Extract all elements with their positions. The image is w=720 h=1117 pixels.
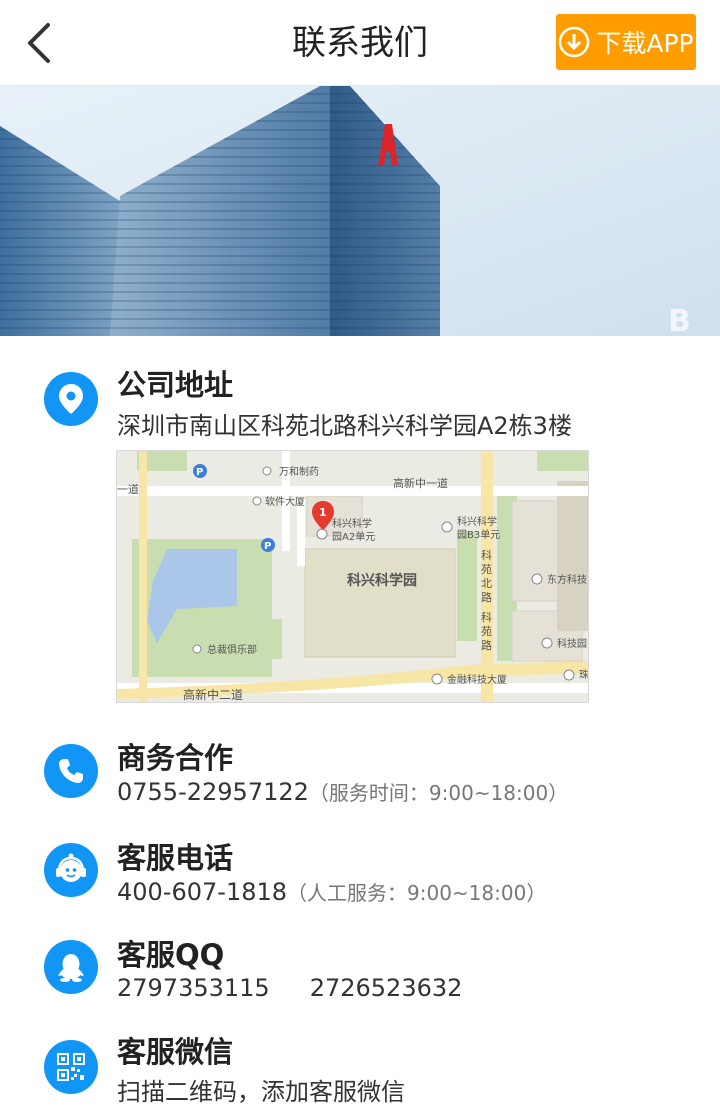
customer-service-icon — [56, 853, 86, 882]
chevron-left-icon — [28, 23, 50, 63]
map-wanhe-label: 万和制药 — [279, 465, 319, 478]
download-app-button[interactable]: 下载APP — [556, 14, 696, 70]
map-finance-label: 金融科技大厦 — [447, 673, 507, 686]
map-pin-label-1: 科兴科学 — [332, 517, 372, 530]
map-road-kykb-3: 北 — [481, 577, 492, 590]
business-hours: （服务时间：9:00~18:00） — [308, 781, 569, 805]
service-phone-icon-circle — [44, 843, 98, 897]
service-qq-1[interactable]: 2797353115 — [117, 974, 270, 1002]
map-dongfang-label: 东方科技 — [547, 573, 587, 586]
download-app-label: 下载APP — [596, 29, 694, 58]
address-title: 公司地址 — [117, 368, 234, 402]
map-road-kykb-4: 路 — [481, 591, 492, 604]
map-b3-label-1: 科兴科学 — [457, 515, 497, 528]
business-icon-circle — [44, 744, 98, 798]
service-qq-icon-circle — [44, 940, 98, 994]
map-road-ky-2: 苑 — [481, 625, 492, 638]
map-road-kykb-2: 苑 — [481, 563, 492, 576]
svg-text:B: B — [668, 304, 691, 336]
banner-image: B — [0, 86, 720, 336]
service-wechat-title: 客服微信 — [117, 1035, 234, 1069]
address-icon-circle — [44, 372, 98, 426]
map-road-top: 高新中一道 — [393, 476, 448, 490]
business-phone[interactable]: 0755-22957122 — [117, 778, 309, 806]
business-title: 商务合作 — [117, 741, 234, 775]
map-zhu-label: 珠 — [579, 668, 589, 681]
service-phone-line[interactable]: 400-607-1818（人工服务：9:00~18:00） — [117, 877, 546, 906]
service-wechat-text: 扫描二维码，添加客服微信 — [117, 1078, 405, 1106]
map-road-bottom: 高新中二道 — [183, 687, 243, 702]
map-software-label: 软件大厦 — [265, 495, 305, 508]
map-road-left: 一道 — [117, 482, 139, 496]
service-qq-section: 客服QQ 2797353115 2726523632 — [0, 928, 720, 1018]
map-parking-1: P — [196, 467, 203, 478]
business-phone-line[interactable]: 0755-22957122（服务时间：9:00~18:00） — [117, 777, 568, 806]
service-wechat-section: 客服微信 扫描二维码，添加客服微信 — [0, 1025, 720, 1117]
top-bar: 联系我们 下载APP — [0, 0, 720, 86]
location-pin-icon — [59, 384, 83, 414]
map-b3-label-2: 园B3单元 — [457, 529, 500, 541]
service-wechat-icon-circle — [44, 1040, 98, 1094]
map-road-kykb-1: 科 — [481, 548, 492, 562]
location-map[interactable]: 高新中一道 一道 高新中二道 科兴科学园 科兴科学 园A2单元 科兴科学 园B3… — [116, 450, 589, 703]
business-section: 商务合作 0755-22957122（服务时间：9:00~18:00） — [0, 730, 720, 820]
service-qq-line: 2797353115 2726523632 — [117, 974, 462, 1002]
map-kejiyuan-label: 科技园 — [557, 637, 587, 650]
service-phone-hours: （人工服务：9:00~18:00） — [287, 881, 547, 905]
map-marker-number: 1 — [319, 506, 327, 519]
map-club-label: 总裁俱乐部 — [207, 643, 257, 656]
office-building-photo: B — [0, 86, 720, 336]
address-text: 深圳市南山区科苑北路科兴科学园A2栋3楼 — [117, 412, 572, 440]
phone-icon — [59, 759, 83, 783]
download-icon — [558, 26, 590, 58]
back-button[interactable] — [14, 18, 64, 68]
service-phone-title: 客服电话 — [117, 841, 234, 875]
service-phone-section: 客服电话 400-607-1818（人工服务：9:00~18:00） — [0, 830, 720, 920]
map-pin-label-2: 园A2单元 — [332, 531, 375, 543]
map-road-ky-3: 路 — [481, 639, 492, 652]
map-park-label: 科兴科学园 — [347, 572, 417, 589]
qrcode-icon — [57, 1053, 85, 1081]
service-qq-title: 客服QQ — [117, 938, 225, 972]
service-phone-number[interactable]: 400-607-1818 — [117, 878, 287, 906]
map-road-ky-1: 科 — [481, 610, 492, 624]
service-qq-2[interactable]: 2726523632 — [310, 974, 463, 1002]
map-parking-2: P — [264, 541, 271, 552]
qq-icon — [58, 954, 84, 982]
